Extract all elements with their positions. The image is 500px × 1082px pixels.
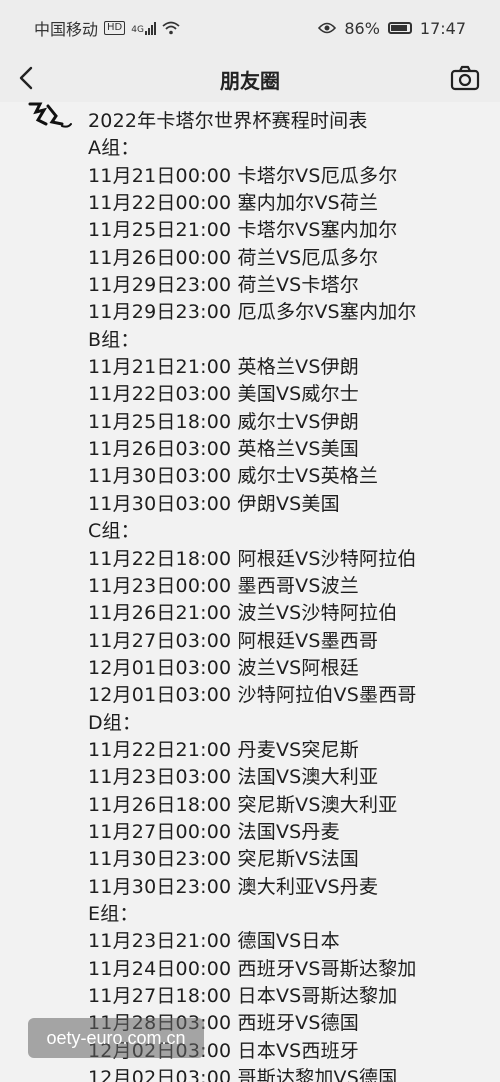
post-line: 11月26日21:00 波兰VS沙特阿拉伯 xyxy=(88,602,398,625)
post-line: 12月01日03:00 沙特阿拉伯VS墨西哥 xyxy=(88,684,417,707)
post-line: 11月22日03:00 美国VS威尔士 xyxy=(88,383,360,406)
post-line: 11月25日21:00 卡塔尔VS塞内加尔 xyxy=(88,219,398,242)
post-text: 2022年卡塔尔世界杯赛程时间表 A组： 11月21日00:00 卡塔尔VS厄瓜多尔… xyxy=(88,108,488,1082)
post-line: 11月30日23:00 突尼斯VS法国 xyxy=(88,848,360,871)
post-line: D组： xyxy=(88,711,142,734)
carrier-label: 中国移动 xyxy=(34,20,99,39)
post-line: A组： xyxy=(88,137,140,160)
post-line: 11月24日00:00 西班牙VS哥斯达黎加 xyxy=(88,957,417,980)
moments-post: 2022年卡塔尔世界杯赛程时间表 A组： 11月21日00:00 卡塔尔VS厄瓜多尔… xyxy=(0,102,500,1082)
hd-icon: HD xyxy=(104,21,126,35)
avatar[interactable] xyxy=(26,102,72,128)
post-line: B组： xyxy=(88,328,140,351)
post-line: 11月23日21:00 德国VS日本 xyxy=(88,930,340,953)
post-line: 11月29日23:00 荷兰VS卡塔尔 xyxy=(88,274,360,297)
eye-icon xyxy=(318,22,337,34)
network-label: 4G xyxy=(131,24,144,35)
post-line: 11月25日18:00 威尔士VS伊朗 xyxy=(88,410,360,433)
post-line: 11月26日03:00 英格兰VS美国 xyxy=(88,438,360,461)
watermark: oety-euro.com.cn xyxy=(28,1018,204,1058)
battery-icon xyxy=(387,22,412,34)
post-line: 11月30日23:00 澳大利亚VS丹麦 xyxy=(88,875,379,898)
nav-bar: 朋友圈 xyxy=(0,56,500,102)
post-line: 11月22日18:00 阿根廷VS沙特阿拉伯 xyxy=(88,547,417,570)
wifi-icon xyxy=(162,21,180,35)
post-line: 12月02日03:00 哥斯达黎加VS德国 xyxy=(88,1067,398,1082)
post-line: 11月27日18:00 日本VS哥斯达黎加 xyxy=(88,985,398,1007)
post-line: 11月27日00:00 法国VS丹麦 xyxy=(88,820,340,843)
post-line: 12月01日03:00 波兰VS阿根廷 xyxy=(88,656,360,679)
post-line: 11月27日03:00 阿根廷VS墨西哥 xyxy=(88,629,379,652)
post-line: 11月23日00:00 墨西哥VS波兰 xyxy=(88,574,360,597)
post-line: 11月21日21:00 英格兰VS伊朗 xyxy=(88,356,360,379)
status-right: 86% 17:47 xyxy=(318,19,466,38)
post-line: 11月22日00:00 塞内加尔VS荷兰 xyxy=(88,192,379,215)
clock: 17:47 xyxy=(419,18,466,38)
status-bar: 中国移动 HD 4G 86% 17:47 xyxy=(0,0,500,56)
post-line: 11月21日00:00 卡塔尔VS厄瓜多尔 xyxy=(88,164,398,187)
post-line: 11月30日03:00 伊朗VS美国 xyxy=(88,492,340,515)
camera-icon[interactable] xyxy=(450,64,480,92)
signal-icon: 4G xyxy=(131,21,156,35)
back-arrow-icon[interactable] xyxy=(14,64,42,92)
status-left: 中国移动 HD 4G xyxy=(34,16,180,40)
battery-percent: 86% xyxy=(344,18,380,38)
post-line: 11月29日23:00 厄瓜多尔VS塞内加尔 xyxy=(88,301,417,324)
post-line: 11月26日00:00 荷兰VS厄瓜多尔 xyxy=(88,246,379,269)
post-line: 11月26日18:00 突尼斯VS澳大利亚 xyxy=(88,793,398,816)
post-line: 11月22日21:00 丹麦VS突尼斯 xyxy=(88,738,360,761)
post-line: E组： xyxy=(88,902,139,925)
post-line: 11月23日03:00 法国VS澳大利亚 xyxy=(88,766,379,789)
post-line: C组： xyxy=(88,520,140,543)
post-line: 2022年卡塔尔世界杯赛程时间表 xyxy=(88,110,368,132)
page-title: 朋友圈 xyxy=(220,68,280,93)
post-line: 11月30日03:00 威尔士VS英格兰 xyxy=(88,465,379,488)
